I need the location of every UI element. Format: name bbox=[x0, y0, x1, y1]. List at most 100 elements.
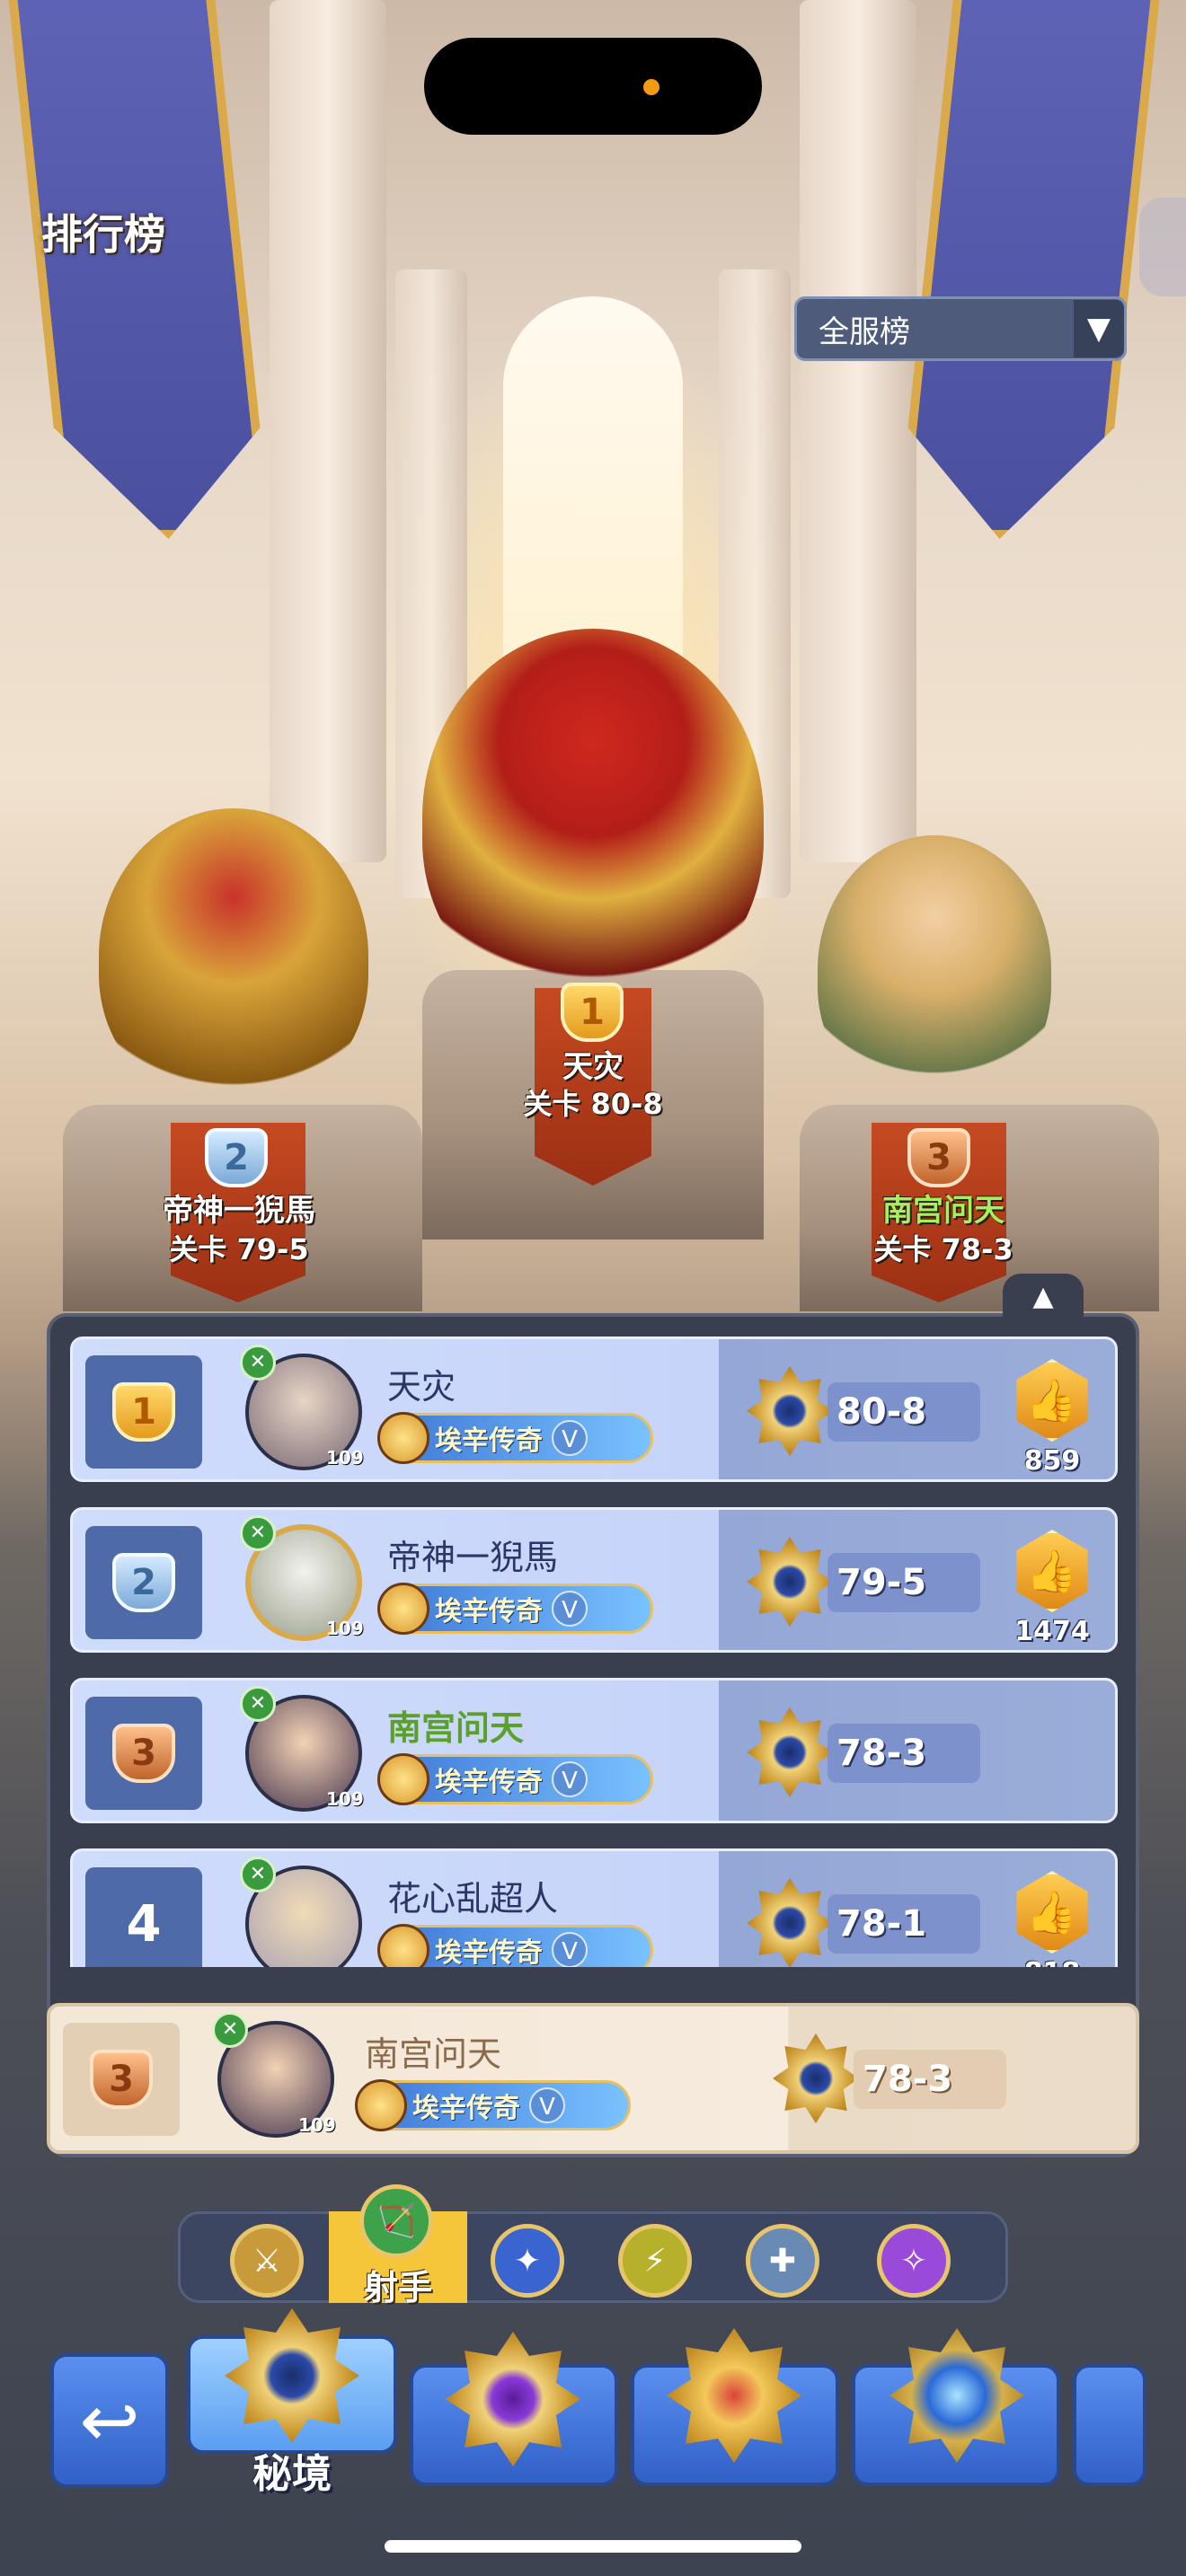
side-drawer-tab[interactable] bbox=[1139, 198, 1186, 296]
leaderboard-row-3[interactable]: 3 ✕ 109 南宫问天 埃辛传奇 V 78-3 bbox=[70, 1678, 1118, 1823]
nav-active-label: 秘境 bbox=[252, 2451, 332, 2497]
rank-badge-silver: 2 bbox=[112, 1553, 175, 1612]
title-tier: V bbox=[552, 1761, 588, 1797]
like-button[interactable]: 👍 bbox=[1016, 1871, 1088, 1954]
podium-rank-badge-1: 1 bbox=[561, 983, 624, 1042]
like-count: 859 bbox=[1023, 1445, 1081, 1477]
leaderboard-row-4[interactable]: 4 ✕ 花心乱超人 埃辛传奇 V 78-1 👍 818 bbox=[70, 1848, 1118, 1967]
banner-right bbox=[896, 0, 1161, 539]
rank-badge-gold: 1 bbox=[112, 1382, 175, 1442]
player-name: 南宫问天 bbox=[387, 1708, 525, 1748]
stage-emblem-icon bbox=[747, 1537, 833, 1627]
podium-name-1: 天灾 bbox=[562, 1049, 624, 1085]
rank-box: 2 bbox=[85, 1526, 202, 1639]
title-tag-icon bbox=[377, 1924, 429, 1967]
title-tag-text: 埃辛传奇 bbox=[435, 1596, 543, 1628]
rank-number: 4 bbox=[126, 1894, 162, 1954]
pillar-left bbox=[270, 0, 386, 862]
player-name: 帝神一猊馬 bbox=[387, 1538, 559, 1577]
stage-value: 79-5 bbox=[836, 1562, 927, 1603]
my-rank-row[interactable]: 3 ✕ 109 南宫问天 埃辛传奇 V 78-3 bbox=[47, 2003, 1139, 2154]
stage-emblem-icon bbox=[747, 1366, 833, 1456]
title-tag-text: 埃辛传奇 bbox=[435, 1937, 543, 1967]
stage-value-box: 79-5 bbox=[828, 1553, 980, 1612]
chevron-up-icon: ▲ bbox=[1032, 1280, 1054, 1312]
thumbs-up-icon: 👍 bbox=[1026, 1887, 1078, 1936]
title-tag-icon bbox=[377, 1753, 429, 1805]
like-button[interactable]: 👍 bbox=[1016, 1530, 1088, 1612]
rank-badge-bronze: 3 bbox=[112, 1724, 175, 1783]
podium-stage-1: 关卡 80-8 bbox=[523, 1087, 663, 1121]
stage-emblem-icon bbox=[747, 1878, 833, 1967]
podium-stage-3: 关卡 78-3 bbox=[873, 1232, 1013, 1266]
title-tag: 埃辛传奇 V bbox=[377, 1412, 653, 1464]
title-tier: V bbox=[552, 1932, 588, 1967]
like-button[interactable]: 👍 bbox=[1016, 1359, 1088, 1442]
stage-value: 80-8 bbox=[836, 1391, 927, 1433]
nav-tab-5[interactable] bbox=[1073, 2364, 1146, 2486]
warrior-icon[interactable]: ⚔ bbox=[230, 2224, 304, 2298]
rank-badge-bronze: 3 bbox=[90, 2050, 153, 2109]
title-tag: 埃辛传奇 V bbox=[377, 1583, 653, 1635]
server-filter-dropdown[interactable]: 全服榜 ▼ bbox=[794, 296, 1127, 361]
class-badge-icon: ✕ bbox=[240, 1857, 276, 1892]
stage-value: 78-1 bbox=[836, 1903, 927, 1945]
class-tab-label: 射手 bbox=[363, 2268, 432, 2307]
home-indicator bbox=[385, 2540, 801, 2553]
leaderboard-list[interactable]: 1 ✕ 109 天灾 埃辛传奇 V 80-8 👍 859 2 ✕ 109 帝神一猊… bbox=[70, 1337, 1118, 1967]
hero-figure-rank-3[interactable] bbox=[818, 835, 1051, 1105]
class-badge-icon: ✕ bbox=[212, 2012, 248, 2048]
like-count: 818 bbox=[998, 1957, 1106, 1967]
blue-star-emblem-icon bbox=[890, 2328, 1024, 2463]
leaderboard-row-2[interactable]: 2 ✕ 109 帝神一猊馬 埃辛传奇 V 79-5 👍 1474 bbox=[70, 1507, 1118, 1653]
archer-icon[interactable]: 🏹 bbox=[359, 2184, 433, 2258]
title-tag-text: 埃辛传奇 bbox=[435, 1767, 543, 1798]
title-tag-text: 埃辛传奇 bbox=[435, 1425, 543, 1457]
thumbs-up-icon: 👍 bbox=[1026, 1546, 1078, 1595]
hero-figure-rank-2[interactable] bbox=[99, 808, 368, 1105]
title-tag: 埃辛传奇 V bbox=[377, 1753, 653, 1805]
stage-value-box: 78-3 bbox=[828, 1724, 980, 1783]
title-tag-icon bbox=[377, 1583, 429, 1635]
spirit-icon[interactable]: ✧ bbox=[877, 2224, 951, 2298]
priest-icon[interactable]: ✚ bbox=[746, 2224, 819, 2298]
title-tier: V bbox=[552, 1420, 588, 1456]
stage-value-box: 78-3 bbox=[854, 2050, 1006, 2109]
stage-emblem-icon bbox=[773, 2033, 859, 2123]
player-name: 天灾 bbox=[387, 1367, 456, 1407]
page-title: 排行榜 bbox=[41, 210, 165, 259]
purple-orb-emblem-icon bbox=[446, 2332, 580, 2466]
rank-box: 1 bbox=[85, 1355, 202, 1469]
title-tier: V bbox=[529, 2087, 565, 2123]
back-button[interactable]: ↩ bbox=[50, 2353, 169, 2488]
privacy-indicator bbox=[643, 79, 659, 95]
avatar-level: 109 bbox=[326, 1788, 364, 1810]
mage-staff-icon[interactable]: ✦ bbox=[491, 2224, 564, 2298]
collapse-panel-button[interactable]: ▲ bbox=[1003, 1274, 1084, 1319]
rank-box: 3 bbox=[63, 2023, 180, 2136]
podium-name-3: 南宫问天 bbox=[882, 1193, 1005, 1229]
class-badge-icon: ✕ bbox=[240, 1686, 276, 1722]
camera-notch bbox=[424, 38, 762, 135]
title-tag: 埃辛传奇 V bbox=[377, 1924, 653, 1967]
stage-emblem-icon bbox=[747, 1707, 833, 1797]
blade-icon[interactable]: ⚡ bbox=[618, 2224, 692, 2298]
class-badge-icon: ✕ bbox=[240, 1515, 276, 1551]
stage-value: 78-3 bbox=[836, 1733, 927, 1774]
chevron-down-icon: ▼ bbox=[1074, 300, 1124, 357]
title-tag-icon bbox=[377, 1412, 429, 1464]
podium-stage-2: 关卡 79-5 bbox=[169, 1232, 309, 1266]
thumbs-up-icon: 👍 bbox=[1026, 1375, 1078, 1425]
title-tier: V bbox=[552, 1591, 588, 1627]
leaderboard-row-1[interactable]: 1 ✕ 109 天灾 埃辛传奇 V 80-8 👍 859 bbox=[70, 1337, 1118, 1482]
crown-emblem-icon bbox=[667, 2328, 801, 2463]
server-filter-label: 全服榜 bbox=[819, 313, 910, 350]
title-tag: 埃辛传奇 V bbox=[355, 2079, 631, 2131]
podium-rank-badge-3: 3 bbox=[907, 1128, 970, 1187]
pillar-right bbox=[800, 0, 916, 862]
stage-value-box: 78-1 bbox=[828, 1894, 980, 1954]
hero-figure-rank-1[interactable] bbox=[422, 629, 764, 1006]
avatar-level: 109 bbox=[326, 1447, 364, 1469]
rank-box: 3 bbox=[85, 1697, 202, 1810]
like-count: 1474 bbox=[1014, 1616, 1090, 1647]
